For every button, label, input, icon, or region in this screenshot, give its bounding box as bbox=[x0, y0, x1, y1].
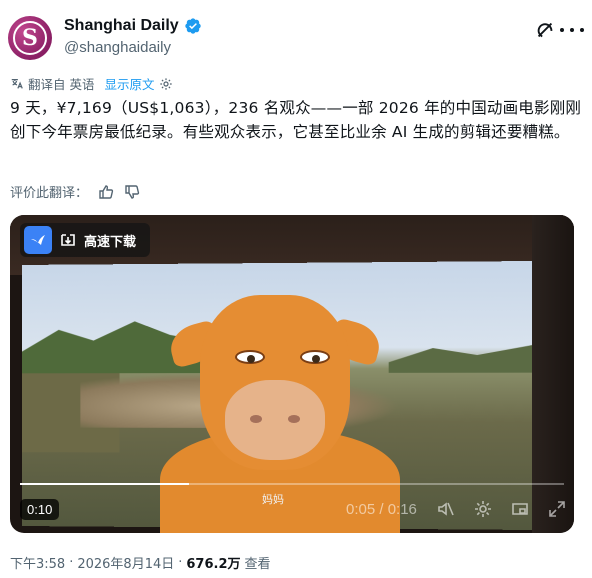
video-player[interactable]: 高速下载 妈妈 0:10 0:05 / 0:16 bbox=[10, 215, 574, 533]
cow-nostril-right bbox=[288, 415, 300, 423]
player-controls bbox=[436, 499, 567, 519]
cow-snout bbox=[225, 380, 325, 460]
meta-separator-2: · bbox=[178, 555, 183, 570]
progress-bar[interactable] bbox=[20, 483, 564, 485]
handle[interactable]: @shanghaidaily bbox=[64, 39, 171, 56]
translation-label: 翻译自 英语 bbox=[28, 77, 95, 92]
progress-fill bbox=[20, 483, 189, 485]
mute-icon[interactable] bbox=[436, 499, 456, 519]
grok-icon[interactable] bbox=[534, 19, 556, 41]
view-count: 676.2万 bbox=[186, 557, 241, 572]
cow-eye-right bbox=[300, 350, 330, 364]
name-row: Shanghai Daily bbox=[64, 17, 202, 35]
translate-icon bbox=[11, 78, 23, 89]
rate-translation-label: 评价此翻译： bbox=[10, 186, 89, 201]
settings-icon[interactable] bbox=[473, 499, 493, 519]
translation-row: 翻译自 英语 显示原文 bbox=[10, 74, 173, 93]
settings-gear-icon[interactable] bbox=[159, 77, 173, 91]
verified-badge-icon bbox=[185, 18, 201, 34]
avatar-logo: S bbox=[13, 21, 47, 55]
cow-eye-left bbox=[235, 350, 265, 364]
duration-badge: 0:10 bbox=[20, 499, 60, 520]
display-name[interactable]: Shanghai Daily bbox=[64, 17, 179, 35]
meta-separator: · bbox=[69, 555, 74, 570]
download-label: 高速下载 bbox=[84, 234, 137, 250]
bird-logo-icon bbox=[24, 226, 52, 254]
thumbs-up-icon[interactable] bbox=[98, 184, 114, 200]
rate-translation-row: 评价此翻译： bbox=[10, 182, 140, 201]
theater-side bbox=[532, 215, 574, 533]
views-label: 查看 bbox=[244, 557, 271, 572]
thumbs-down-icon[interactable] bbox=[124, 184, 140, 200]
picture-in-picture-icon[interactable] bbox=[510, 499, 530, 519]
video-subtitle: 妈妈 bbox=[262, 493, 284, 506]
avatar[interactable]: S bbox=[8, 16, 52, 60]
player-time: 0:05 / 0:16 bbox=[346, 501, 417, 518]
more-options-icon[interactable] bbox=[560, 19, 584, 41]
download-button[interactable]: 高速下载 bbox=[20, 223, 150, 257]
post-text: 9 天，¥7,169（US$1,063），236 名观众——一部 2026 年的… bbox=[10, 99, 582, 141]
post-header: S Shanghai Daily @shanghaidaily bbox=[8, 14, 584, 62]
far-hill bbox=[389, 337, 537, 373]
post-meta: 下午3:58 · 2026年8月14日 · 676.2万 查看 bbox=[10, 553, 271, 572]
download-icon bbox=[61, 234, 75, 246]
cow-nostril-left bbox=[250, 415, 262, 423]
post-time[interactable]: 下午3:58 bbox=[10, 553, 65, 572]
post-date[interactable]: 2026年8月14日 bbox=[77, 553, 174, 572]
show-original-link[interactable]: 显示原文 bbox=[104, 74, 154, 93]
fullscreen-icon[interactable] bbox=[547, 499, 567, 519]
